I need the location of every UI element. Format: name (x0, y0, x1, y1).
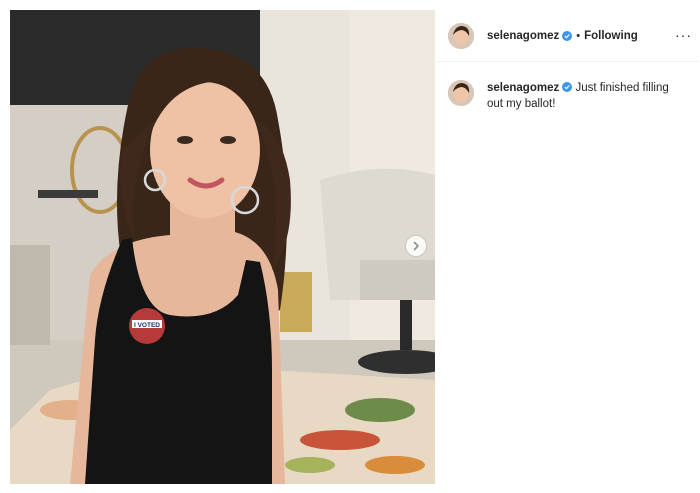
caption-row: selenagomez Just finished filling out my… (436, 62, 698, 112)
post-header: selenagomez • Following ··· (436, 10, 698, 62)
voted-sticker-text: I VOTED (134, 322, 160, 329)
carousel-next-button[interactable] (406, 236, 426, 256)
avatar[interactable] (448, 22, 474, 49)
avatar-image (448, 22, 474, 49)
post-caption: selenagomez Just finished filling out my… (487, 80, 686, 112)
following-button[interactable]: Following (584, 30, 638, 42)
photo-illustration: I VOTED (10, 10, 435, 484)
chevron-right-icon (413, 241, 420, 251)
post-side-panel: selenagomez • Following ··· selenagomez … (436, 10, 698, 484)
post-photo[interactable]: I VOTED (10, 10, 435, 484)
avatar[interactable] (448, 80, 474, 106)
verified-badge-icon (562, 82, 573, 92)
avatar-image (448, 80, 474, 106)
caption-username[interactable]: selenagomez (487, 82, 559, 94)
post-username[interactable]: selenagomez (487, 30, 559, 42)
verified-badge-icon (562, 30, 573, 41)
more-options-icon[interactable]: ··· (675, 28, 692, 42)
separator-dot: • (576, 29, 581, 42)
